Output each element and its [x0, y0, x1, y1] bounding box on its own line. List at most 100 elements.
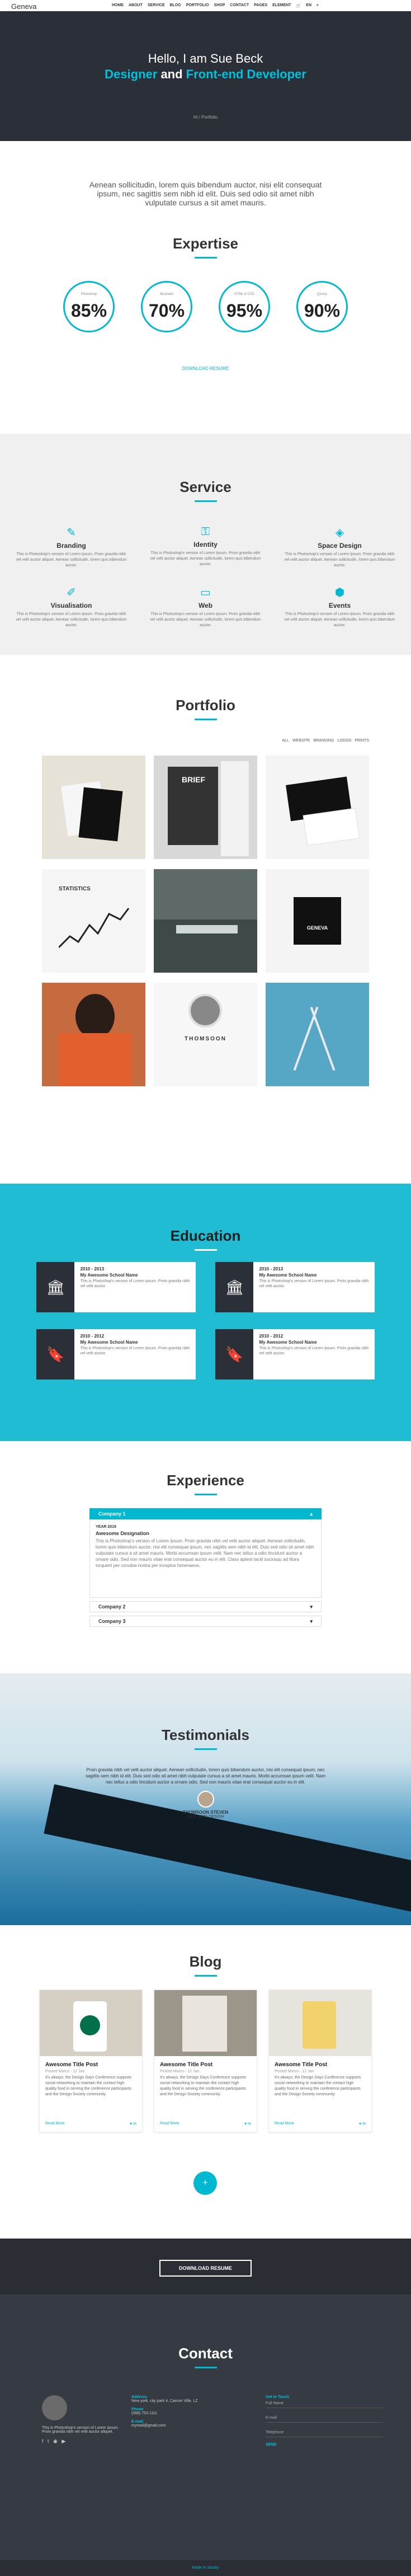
lang-switch[interactable]: EN — [306, 3, 311, 8]
education-title: Education — [170, 1227, 241, 1244]
blog-card[interactable]: Awesome Title Post Posted Marco - 12 Jan I… — [39, 1990, 143, 2132]
experience-accordion: Company 1 ▴ YEAR 2016 Awesome Designation… — [89, 1508, 322, 1627]
portfolio-item[interactable] — [266, 756, 369, 859]
phone-field[interactable]: Telephone — [266, 2428, 383, 2437]
nav-portfolio[interactable]: PORTFOLIO — [186, 3, 209, 8]
bookmark-icon: 🔖 — [215, 1329, 254, 1380]
education-section: Education 🏛 2010 - 2013 My Awesome School … — [0, 1184, 411, 1441]
top-header: Geneva HOME ABOUT SERVICE BLOG PORTFOLIO… — [0, 0, 411, 11]
nav-contact[interactable]: CONTACT — [230, 3, 249, 8]
portfolio-item[interactable]: THOMSOON — [154, 983, 257, 1086]
education-card: 🔖 2010 - 2012 My Awesome School Name This i… — [215, 1329, 375, 1380]
contact-section: Contact This is Photoshop's version of L… — [0, 2295, 411, 2560]
portfolio-section: Portfolio ALL WEBSITE BRANDING LOGOS PRI… — [0, 655, 411, 1184]
share-icon[interactable]: ♥ ✉ — [244, 2122, 251, 2126]
blog-card[interactable]: Awesome Title Post Posted Marco - 12 Jan I… — [154, 1990, 257, 2132]
read-more-link[interactable]: Read More — [45, 2122, 65, 2126]
filter-prints[interactable]: PRINTS — [355, 739, 369, 743]
skill-circle: jQuery 90% — [296, 281, 348, 332]
nav-shop[interactable]: SHOP — [214, 3, 225, 8]
bank-icon: 🏛 — [36, 1262, 75, 1312]
logo[interactable]: Geneva — [11, 2, 37, 11]
education-card: 🏛 2010 - 2013 My Awesome School Name This i… — [36, 1262, 196, 1312]
portfolio-filters: ALL WEBSITE BRANDING LOGOS PRINTS — [282, 739, 369, 743]
blog-title: Blog — [189, 1953, 222, 1970]
nav-home[interactable]: HOME — [112, 3, 124, 8]
contact-about: This is Photoshop's version of Lorem Ips… — [42, 2426, 119, 2434]
download-band: DOWNLOAD RESUME — [0, 2239, 411, 2295]
testimonials-title: Testimonials — [161, 1726, 249, 1743]
email-field[interactable]: E-mail — [266, 2414, 383, 2423]
service-item: ✐ Visualisation This is Photoshop's versio… — [16, 586, 127, 627]
chevron-down-icon: ▾ — [310, 1618, 313, 1624]
brush-icon: ✐ — [67, 586, 76, 599]
filter-branding[interactable]: BRANDING — [313, 739, 334, 743]
service-item: ◈ Space Design This is Photoshop's version… — [284, 527, 395, 567]
download-resume-link[interactable]: DOWNLOAD RESUME — [0, 366, 411, 371]
expertise-title: Expertise — [172, 235, 239, 252]
contact-photo — [42, 2395, 67, 2420]
testimonial-name: THOMSOON STEVEN — [182, 1810, 229, 1815]
name-field[interactable]: Full Name — [266, 2399, 383, 2408]
cart-icon[interactable]: 🛒 — [296, 3, 301, 8]
social-icons[interactable]: f t ◉ ▶ — [42, 2438, 126, 2444]
web-icon: ▭ — [200, 586, 211, 599]
service-section: Service ✎ Branding This is Photoshop's ver… — [0, 434, 411, 655]
share-icon[interactable]: ♥ ✉ — [130, 2122, 136, 2126]
footer: Made In Stocky — [0, 2560, 411, 2576]
accordion-header[interactable]: Company 2 ▾ — [89, 1601, 322, 1612]
events-icon: ⬢ — [334, 586, 345, 599]
hero-role: Designer and Front-end Developer — [105, 67, 306, 81]
portfolio-item[interactable]: BRIEF — [154, 756, 257, 859]
chevron-down-icon: ▾ — [310, 1603, 313, 1610]
nav-service[interactable]: SERVICE — [148, 3, 165, 8]
skill-circle: Illustrator 70% — [141, 281, 192, 332]
service-item: ✎ Branding This is Photoshop's version of … — [16, 527, 127, 567]
portfolio-item[interactable]: GENEVA — [266, 869, 369, 973]
cube-icon: ◈ — [335, 527, 344, 539]
key-icon: ⚿ — [201, 525, 210, 538]
experience-section: Experience Company 1 ▴ YEAR 2016 Awesome … — [0, 1441, 411, 1673]
testimonial-role: CEO, BETA DESIGN — [187, 1815, 224, 1819]
testimonials-section: Testimonials Proin gravida nibh vel veli… — [0, 1673, 411, 1925]
share-icon[interactable]: ♥ ✉ — [359, 2122, 366, 2126]
service-item: ⬢ Events This is Photoshop's version of Lo… — [284, 586, 395, 627]
nav-about[interactable]: ABOUT — [129, 3, 143, 8]
avatar — [197, 1791, 214, 1808]
send-button[interactable]: SEND — [266, 2443, 383, 2447]
portfolio-item[interactable] — [266, 983, 369, 1086]
expertise-section: Expertise Photoshop 85% Illustrator 70% HT… — [0, 235, 411, 431]
nav-pages[interactable]: PAGES — [254, 3, 267, 8]
chevron-up-icon: ▴ — [310, 1510, 313, 1517]
portfolio-item[interactable]: STATISTICS — [42, 869, 145, 973]
accordion-header[interactable]: Company 3 ▾ — [89, 1616, 322, 1627]
service-item: ⚿ Identity This is Photoshop's version of … — [150, 525, 261, 566]
contact-title: Contact — [178, 2345, 233, 2362]
education-card: 🏛 2010 - 2013 My Awesome School Name This i… — [215, 1262, 375, 1312]
hero: Hello, I am Sue Beck Designer and Front-… — [0, 11, 411, 141]
accordion-panel: YEAR 2016 Awesome Designation This is Ph… — [89, 1519, 322, 1598]
portfolio-item[interactable] — [42, 983, 145, 1086]
service-item: ▭ Web This is Photoshop's version of Lorem… — [150, 586, 261, 627]
read-more-link[interactable]: Read More — [275, 2122, 294, 2126]
nav-element[interactable]: ELEMENT — [272, 3, 291, 8]
experience-title: Experience — [167, 1472, 244, 1489]
testimonial-quote: Proin gravida nibh vel velit auctor aliq… — [85, 1767, 326, 1785]
blog-card[interactable]: Awesome Title Post Posted Marco - 12 Jan I… — [268, 1990, 372, 2132]
blog-section: Blog Awesome Title Post Posted Marco - 12… — [0, 1925, 411, 2239]
skill-circle: Photoshop 85% — [63, 281, 115, 332]
service-title: Service — [179, 478, 232, 495]
portfolio-item[interactable] — [42, 756, 145, 859]
view-more-button[interactable]: + — [193, 2171, 217, 2195]
education-card: 🔖 2010 - 2012 My Awesome School Name This i… — [36, 1329, 196, 1380]
filter-all[interactable]: ALL — [282, 739, 289, 743]
portfolio-item[interactable] — [154, 869, 257, 973]
accordion-header[interactable]: Company 1 ▴ — [89, 1508, 322, 1519]
main-nav: HOME ABOUT SERVICE BLOG PORTFOLIO SHOP C… — [112, 3, 324, 8]
read-more-link[interactable]: Read More — [160, 2122, 179, 2126]
filter-logos[interactable]: LOGOS — [337, 739, 351, 743]
download-resume-button[interactable]: DOWNLOAD RESUME — [159, 2260, 252, 2277]
nav-blog[interactable]: BLOG — [170, 3, 181, 8]
search-icon[interactable]: ⌕ — [316, 3, 319, 8]
filter-website[interactable]: WEBSITE — [292, 739, 310, 743]
